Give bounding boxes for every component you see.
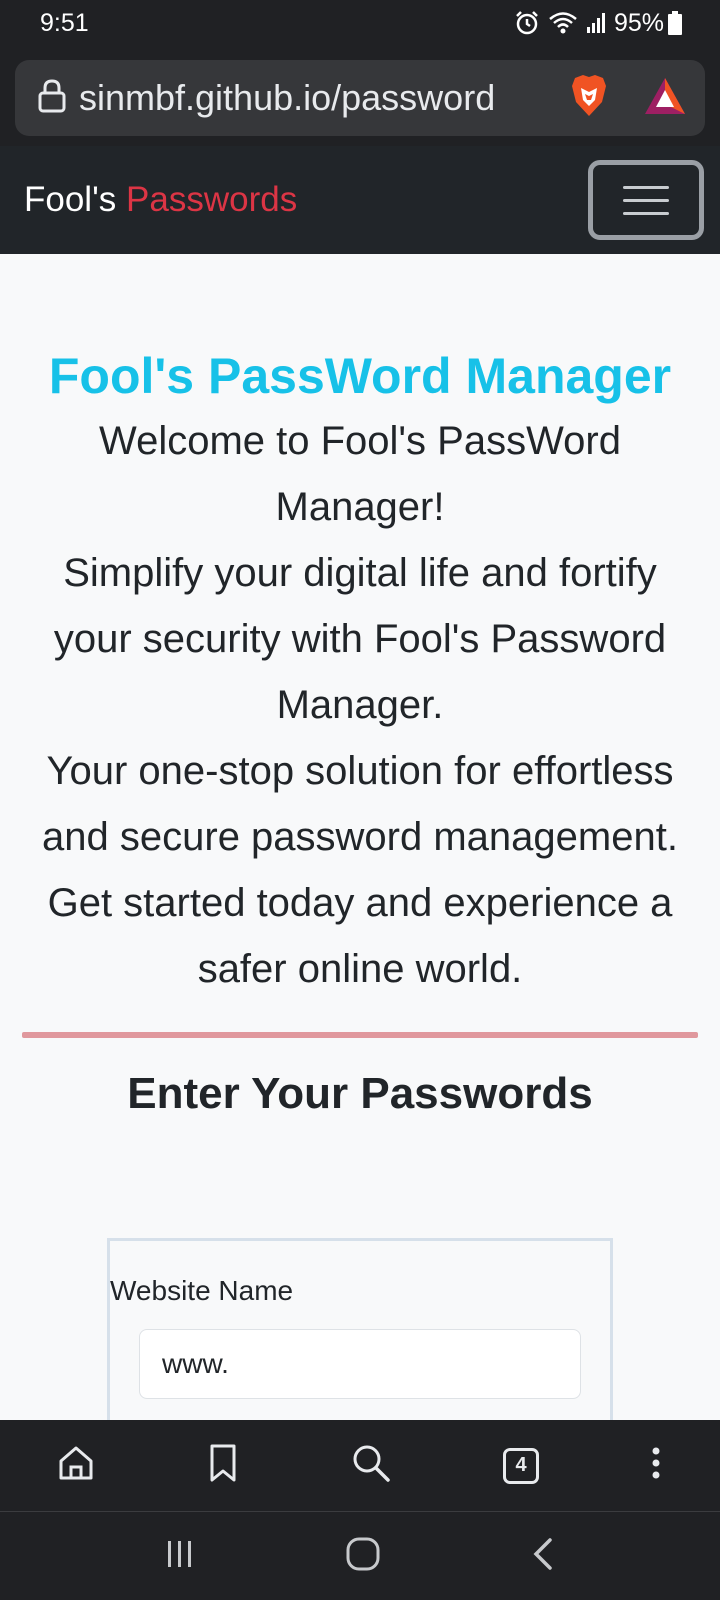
lock-icon[interactable]: [37, 78, 67, 119]
intro-text: Welcome to Fool's PassWord Manager! Simp…: [0, 408, 720, 1002]
wifi-icon: [548, 11, 578, 35]
signal-icon: [586, 12, 606, 34]
battery-percent: 95%: [613, 8, 664, 37]
status-icons: 95%: [514, 9, 682, 38]
more-icon[interactable]: [650, 1445, 662, 1486]
site-navbar: Fool's Passwords: [0, 146, 720, 254]
brave-shield-icon[interactable]: [569, 74, 609, 123]
browser-address-area: sinmbf.github.io/password: [0, 46, 720, 146]
url-text[interactable]: sinmbf.github.io/password: [79, 77, 529, 119]
menu-toggle-button[interactable]: [588, 160, 704, 240]
home-icon[interactable]: [56, 1443, 96, 1488]
brand-accent: Passwords: [126, 180, 298, 219]
intro-line: Get started today and experience a safer…: [47, 881, 673, 991]
intro-line: Welcome to Fool's PassWord Manager!: [99, 419, 621, 529]
hamburger-icon-line: [623, 198, 669, 202]
home-circle-icon[interactable]: [345, 1536, 381, 1577]
website-name-input[interactable]: [139, 1329, 581, 1399]
tabs-button[interactable]: 4: [503, 1447, 539, 1484]
brand-name: Fool's: [24, 180, 117, 219]
page-title: Fool's PassWord Manager: [48, 348, 672, 404]
status-bar: 9:51 95%: [0, 0, 720, 46]
bookmark-icon[interactable]: [207, 1443, 239, 1488]
section-title: Enter Your Passwords: [127, 1069, 593, 1118]
recents-icon[interactable]: [164, 1538, 196, 1575]
back-icon[interactable]: [530, 1537, 556, 1576]
brave-rewards-icon[interactable]: [643, 76, 687, 121]
system-navigation-bar: [0, 1512, 720, 1600]
hamburger-icon-line: [623, 211, 669, 215]
hamburger-icon-line: [623, 185, 669, 189]
address-bar[interactable]: sinmbf.github.io/password: [15, 60, 705, 136]
intro-line: Your one-stop solution for effortless an…: [42, 749, 678, 859]
website-name-label: Website Name: [110, 1275, 294, 1306]
battery-indicator: 95%: [614, 9, 682, 38]
alarm-icon: [514, 10, 540, 36]
intro-line: Simplify your digital life and fortify y…: [53, 551, 667, 727]
browser-toolbar: 4: [0, 1420, 720, 1512]
search-icon[interactable]: [350, 1442, 392, 1489]
navbar-brand[interactable]: Fool's Passwords: [24, 180, 297, 220]
section-divider: [22, 1032, 698, 1038]
battery-icon: [668, 11, 682, 35]
status-time: 9:51: [40, 8, 89, 37]
